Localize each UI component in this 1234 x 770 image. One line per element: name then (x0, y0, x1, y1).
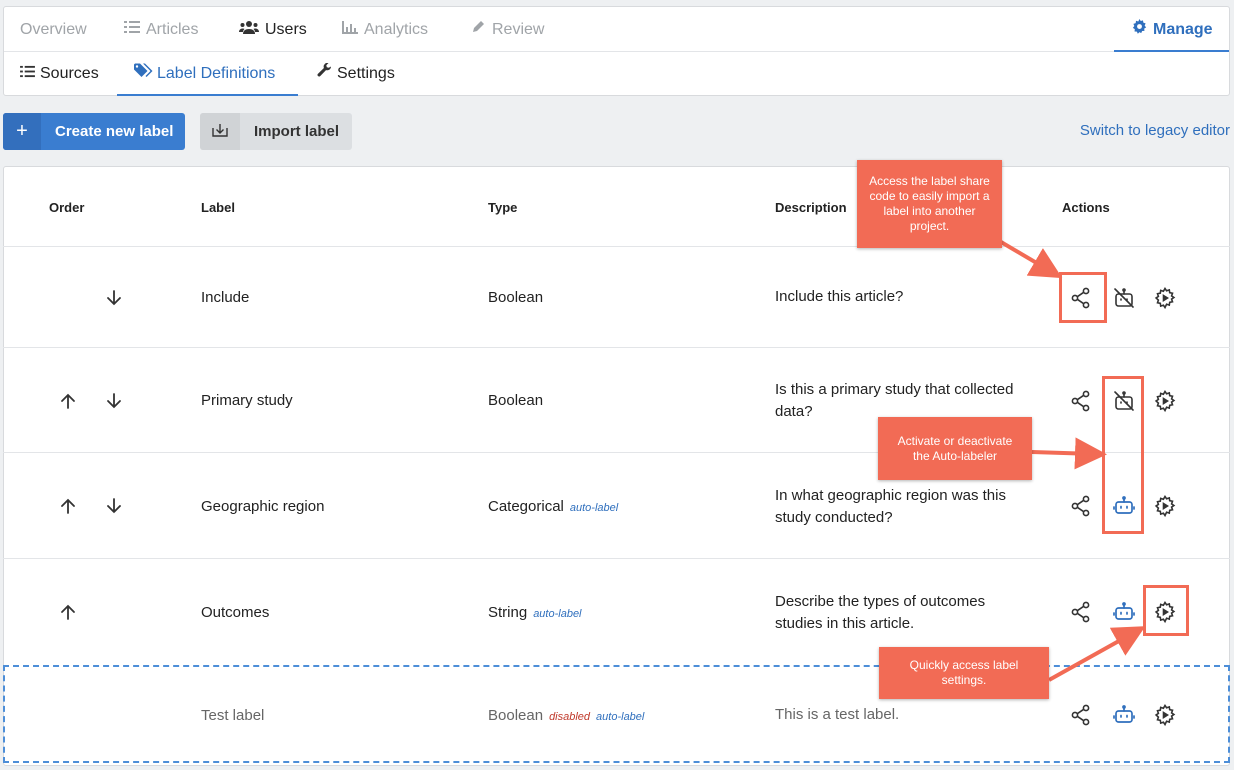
autolabel-highlight (1102, 376, 1144, 534)
nav-review[interactable]: Review (471, 7, 544, 52)
settings-icon[interactable] (1153, 494, 1177, 518)
autolabel-callout: Activate or deactivate the Auto-labeler (878, 417, 1032, 480)
label-type: Boolean (488, 707, 544, 724)
tags-icon (134, 52, 153, 96)
auto-label-tag: auto-label (569, 502, 619, 514)
label-type: Boolean (488, 392, 544, 409)
nav-overview[interactable]: Overview (20, 7, 87, 52)
label-description: This is a test label. (775, 706, 900, 723)
wrench-icon (317, 52, 332, 96)
label-type: Boolean (488, 289, 544, 306)
auto-label-tag: auto-label (533, 608, 582, 620)
settings-icon[interactable] (1153, 703, 1177, 727)
gear-icon (1132, 7, 1147, 52)
tab-sources-label: Sources (40, 65, 99, 83)
list-icon (124, 7, 140, 52)
nav-analytics-label: Analytics (364, 21, 429, 38)
tab-label-definitions[interactable]: Label Definitions (117, 52, 298, 96)
top-nav-card: Overview Articles Users Analytics Review… (3, 6, 1230, 96)
tab-settings[interactable]: Settings (317, 52, 395, 96)
nav-review-label: Review (492, 21, 545, 38)
nav-articles-label: Articles (146, 21, 199, 38)
create-label-button[interactable]: + Create new label (3, 113, 185, 150)
arrow-up-icon[interactable] (58, 602, 78, 622)
nav-articles[interactable]: Articles (124, 7, 198, 52)
row-divider (3, 347, 1230, 348)
header-order: Order (49, 200, 85, 215)
nav-overview-label: Overview (20, 21, 87, 38)
share-icon[interactable] (1069, 389, 1093, 413)
row-divider (3, 246, 1230, 247)
import-icon (200, 113, 240, 150)
label-name: Primary study (201, 392, 293, 409)
label-type-cell: String auto-label (488, 604, 582, 621)
nav-manage[interactable]: Manage (1114, 7, 1229, 52)
arrow-down-icon[interactable] (104, 496, 124, 516)
label-type-cell: Categorical auto-label (488, 498, 618, 515)
import-label-text: Import label (254, 123, 340, 140)
share-highlight (1059, 272, 1107, 323)
list-icon (20, 52, 35, 96)
robot-off-icon[interactable] (1112, 286, 1136, 310)
settings-icon[interactable] (1153, 389, 1177, 413)
row-divider (3, 558, 1230, 559)
share-callout: Access the label share code to easily im… (857, 160, 1002, 248)
label-name: Geographic region (201, 498, 325, 515)
nav-users[interactable]: Users (239, 7, 307, 52)
share-icon[interactable] (1069, 600, 1093, 624)
label-type-cell: Boolean disabled auto-label (488, 707, 644, 724)
disabled-tag: disabled (549, 711, 591, 723)
label-name: Test label (201, 707, 265, 724)
users-icon (239, 7, 259, 52)
arrow-down-icon[interactable] (104, 288, 124, 308)
chart-icon (342, 7, 358, 52)
label-name: Outcomes (201, 604, 270, 621)
arrow-down-icon[interactable] (104, 391, 124, 411)
nav-manage-label: Manage (1153, 21, 1213, 38)
row-divider (3, 452, 1230, 453)
label-type: Categorical (488, 498, 564, 515)
label-description: Include this article? (775, 288, 904, 305)
header-actions: Actions (1062, 200, 1110, 215)
plus-icon: + (3, 113, 41, 150)
tab-settings-label: Settings (337, 65, 395, 83)
arrow-up-icon[interactable] (58, 496, 78, 516)
settings-highlight (1143, 585, 1189, 636)
main-nav: Overview Articles Users Analytics Review… (4, 7, 1229, 52)
switch-legacy-link[interactable]: Switch to legacy editor (1080, 122, 1230, 139)
arrow-up-icon[interactable] (58, 391, 78, 411)
header-type: Type (488, 200, 518, 215)
settings-callout: Quickly access label settings. (879, 647, 1049, 699)
sub-nav: Sources Label Definitions Settings (4, 52, 1229, 96)
settings-icon[interactable] (1153, 286, 1177, 310)
label-description: In what geographic region was this study… (775, 487, 1006, 526)
create-label-text: Create new label (55, 123, 174, 140)
nav-analytics[interactable]: Analytics (342, 7, 428, 52)
label-type: String (488, 604, 528, 621)
share-icon[interactable] (1069, 703, 1093, 727)
robot-icon[interactable] (1112, 600, 1136, 624)
pencil-icon (471, 7, 486, 52)
tab-sources[interactable]: Sources (20, 52, 99, 96)
label-name: Include (201, 289, 250, 306)
nav-users-label: Users (265, 21, 307, 38)
label-description: Describe the types of outcomes studies i… (775, 593, 986, 632)
import-label-button[interactable]: Import label (200, 113, 352, 150)
auto-label-tag: auto-label (596, 711, 645, 723)
header-label: Label (201, 200, 235, 215)
header-description: Description (775, 200, 847, 215)
robot-icon[interactable] (1112, 703, 1136, 727)
share-icon[interactable] (1069, 494, 1093, 518)
tab-label-definitions-label: Label Definitions (157, 65, 276, 83)
